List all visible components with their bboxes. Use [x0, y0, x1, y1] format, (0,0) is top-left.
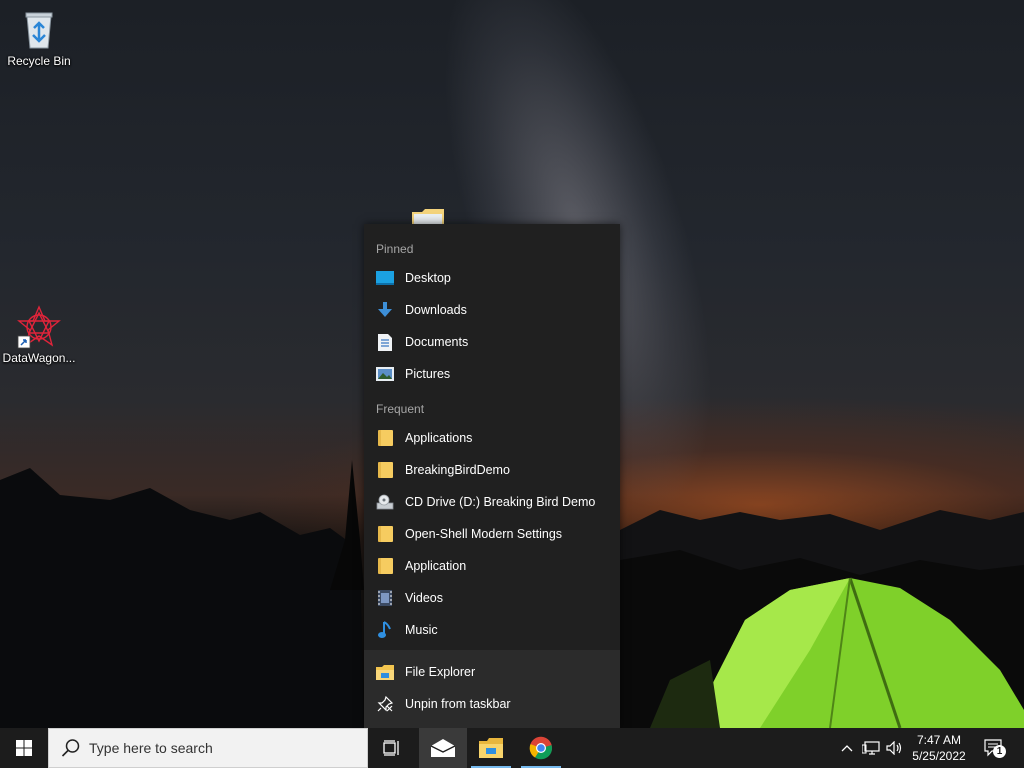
- pictures-icon: [376, 365, 394, 383]
- taskbar-file-explorer-button[interactable]: [467, 728, 515, 768]
- taskbar-search-box[interactable]: Type here to search: [48, 728, 368, 768]
- recycle-bin-label: Recycle Bin: [7, 54, 71, 68]
- folder-icon: [376, 525, 394, 543]
- jumplist-item-videos[interactable]: Videos: [364, 582, 620, 614]
- chrome-icon: [529, 736, 553, 760]
- chevron-up-icon: [841, 745, 853, 752]
- desktop-icon-recycle-bin[interactable]: Recycle Bin: [1, 8, 77, 68]
- pinned-header: Pinned: [376, 242, 414, 256]
- jumplist-item-open-shell-settings[interactable]: Open-Shell Modern Settings: [364, 518, 620, 550]
- jumplist-item-label: File Explorer: [405, 665, 476, 679]
- jumplist-item-documents[interactable]: Documents: [364, 326, 620, 358]
- jumplist-item-label: CD Drive (D:) Breaking Bird Demo: [405, 495, 596, 509]
- taskbar-jump-list: Pinned Desktop Downloads Documents Pictu…: [364, 224, 620, 728]
- network-icon: [862, 741, 880, 755]
- music-icon: [376, 621, 394, 639]
- folder-icon: [376, 429, 394, 447]
- taskbar: Type here to search 7:47 AM 5/25/2022 1: [0, 728, 1024, 768]
- taskbar-clock[interactable]: 7:47 AM 5/25/2022: [906, 728, 972, 768]
- file-explorer-icon: [376, 663, 394, 681]
- download-icon: [376, 301, 394, 319]
- show-hidden-icons-button[interactable]: [838, 728, 856, 768]
- jumplist-item-applications[interactable]: Applications: [364, 422, 620, 454]
- jumplist-item-label: Documents: [405, 335, 469, 349]
- clock-date: 5/25/2022: [912, 749, 966, 763]
- clock-time: 7:47 AM: [916, 733, 962, 747]
- jumplist-item-desktop[interactable]: Desktop: [364, 262, 620, 294]
- file-explorer-icon: [479, 738, 503, 758]
- jumplist-item-label: Open-Shell Modern Settings: [405, 527, 563, 541]
- jumplist-item-label: Pictures: [405, 367, 451, 381]
- cd-drive-icon: [376, 493, 394, 511]
- speaker-icon: [886, 741, 902, 755]
- recycle-bin-icon: [17, 8, 61, 52]
- jumplist-item-label: Unpin from taskbar: [405, 697, 511, 711]
- jumplist-item-music[interactable]: Music: [364, 614, 620, 646]
- jumplist-item-label: Music: [405, 623, 438, 637]
- search-icon: [61, 739, 80, 757]
- start-button[interactable]: [0, 728, 48, 768]
- jumplist-item-breakingbirddemo[interactable]: BreakingBirdDemo: [364, 454, 620, 486]
- jumplist-action-unpin[interactable]: Unpin from taskbar: [364, 688, 620, 720]
- jumplist-action-file-explorer[interactable]: File Explorer: [364, 656, 620, 688]
- taskbar-chrome-button[interactable]: [517, 728, 565, 768]
- datawagon-label: DataWagon...: [2, 351, 76, 365]
- jumplist-item-cd-drive[interactable]: CD Drive (D:) Breaking Bird Demo: [364, 486, 620, 518]
- jumplist-item-label: Desktop: [405, 271, 451, 285]
- jumplist-item-application[interactable]: Application: [364, 550, 620, 582]
- jumplist-item-label: Videos: [405, 591, 443, 605]
- jumplist-item-downloads[interactable]: Downloads: [364, 294, 620, 326]
- jumplist-item-label: Applications: [405, 431, 473, 445]
- hidden-folder-icon: [412, 208, 444, 224]
- document-icon: [376, 333, 394, 351]
- jumplist-item-label: BreakingBirdDemo: [405, 463, 510, 477]
- frequent-header: Frequent: [376, 402, 425, 416]
- jumplist-actions: File Explorer Unpin from taskbar: [364, 650, 620, 728]
- jumplist-item-label: Application: [405, 559, 467, 573]
- folder-icon: [376, 557, 394, 575]
- network-tray-button[interactable]: [860, 728, 882, 768]
- datawagon-icon: [17, 305, 61, 349]
- videos-icon: [376, 589, 394, 607]
- volume-tray-button[interactable]: [884, 728, 906, 768]
- jumplist-item-label: Downloads: [405, 303, 467, 317]
- task-view-button[interactable]: [368, 728, 416, 768]
- unpin-icon: [376, 695, 394, 713]
- action-center-button[interactable]: 1: [980, 728, 1008, 768]
- mail-icon: [431, 739, 455, 757]
- tent-illustration: [650, 577, 1024, 728]
- jumplist-item-pictures[interactable]: Pictures: [364, 358, 620, 390]
- taskbar-mail-button[interactable]: [419, 728, 467, 768]
- desktop-icon-datawagon[interactable]: DataWagon...: [1, 305, 77, 365]
- task-view-icon: [383, 740, 399, 756]
- desktop-icon: [376, 269, 394, 287]
- notification-count-badge: 1: [993, 745, 1006, 758]
- windows-logo-icon: [16, 740, 32, 756]
- search-placeholder: Type here to search: [89, 740, 213, 756]
- folder-icon: [376, 461, 394, 479]
